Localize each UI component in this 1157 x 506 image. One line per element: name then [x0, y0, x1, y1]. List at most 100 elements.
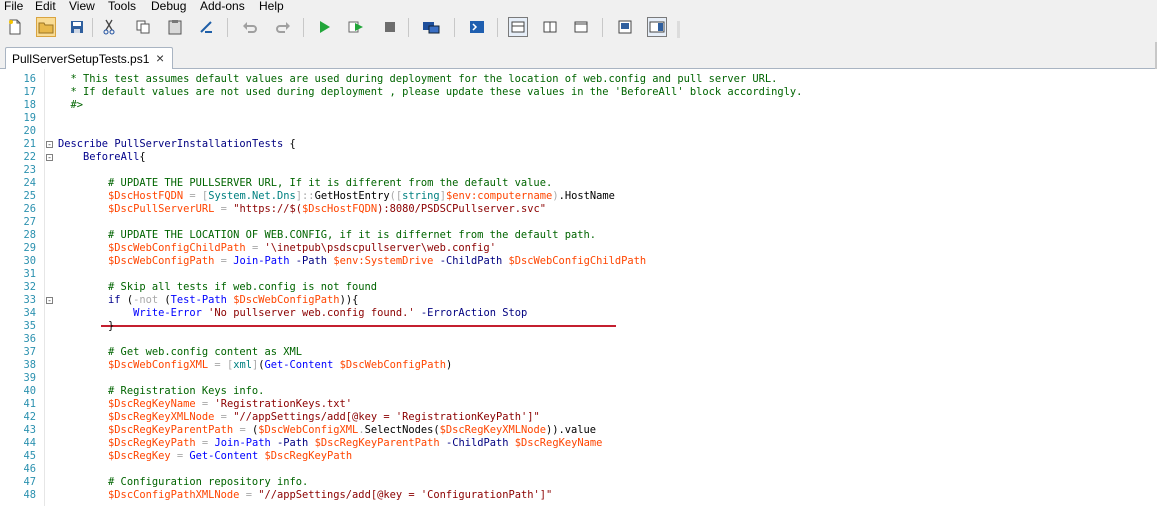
code-line: $DscWebConfigPath = Join-Path -Path $env…: [58, 255, 646, 268]
line-number: 46: [23, 463, 36, 475]
code-token: Get-Content: [189, 450, 259, 462]
code-token: $DscRegKeyName: [108, 398, 196, 410]
code-token: # Skip all tests if web.config is not fo…: [108, 281, 378, 293]
clear-pane-icon[interactable]: [196, 17, 216, 37]
tab-pullserversetuptests[interactable]: PullServerSetupTests.ps1 ×: [5, 47, 173, 69]
menu-help[interactable]: Help: [259, 0, 284, 12]
line-number: 38: [23, 359, 36, 371]
code-line: $DscHostFQDN = [System.Net.Dns]::GetHost…: [58, 190, 615, 203]
fold-toggle-icon[interactable]: -: [46, 141, 53, 149]
close-tab-icon[interactable]: ×: [156, 50, 164, 66]
code-token: 'RegistrationKeys.txt': [214, 398, 353, 410]
line-number: 26: [23, 203, 36, 215]
line-number: 17: [23, 86, 36, 98]
code-line: $DscRegKeyName = 'RegistrationKeys.txt': [58, 398, 352, 411]
code-token: -Path: [295, 255, 328, 267]
start-powershell-icon[interactable]: [467, 17, 487, 37]
code-token: * If default values are not used during …: [58, 86, 803, 98]
code-token: "//appSettings/add[@key = 'RegistrationK…: [233, 411, 540, 423]
code-token: ]::: [295, 190, 315, 202]
line-number: 25: [23, 190, 36, 202]
code-token: # Get web.config content as XML: [108, 346, 302, 358]
line-number: 16: [23, 73, 36, 85]
copy-icon[interactable]: [133, 17, 153, 37]
code-token: $DscWebConfigChildPath: [508, 255, 647, 267]
run-script-icon[interactable]: [314, 17, 334, 37]
code-token: Get-Content: [264, 359, 334, 371]
code-line: }: [58, 320, 114, 333]
code-line: $DscRegKeyXMLNode = "//appSettings/add[@…: [58, 411, 540, 424]
cut-icon[interactable]: [99, 17, 119, 37]
code-token: # UPDATE THE PULLSERVER URL, If it is di…: [108, 177, 553, 189]
new-file-icon[interactable]: [5, 17, 25, 37]
code-token: -ChildPath: [439, 255, 503, 267]
code-token: Describe: [58, 138, 109, 150]
code-token: # Registration Keys info.: [108, 385, 265, 397]
line-number: 34: [23, 307, 36, 319]
code-token: Stop: [502, 307, 528, 319]
menu-add-ons[interactable]: Add-ons: [200, 0, 245, 12]
code-token: System.Net.Dns: [208, 190, 296, 202]
fold-toggle-icon[interactable]: -: [46, 297, 53, 305]
show-script-pane-right-icon[interactable]: [540, 17, 560, 37]
run-selection-icon[interactable]: [346, 17, 366, 37]
code-line: $DscRegKeyParentPath = ($DscWebConfigXML…: [58, 424, 596, 437]
code-token: if: [108, 294, 121, 306]
code-line: * If default values are not used during …: [58, 86, 803, 99]
line-number: 41: [23, 398, 36, 410]
line-number: 42: [23, 411, 36, 423]
tab-strip: PullServerSetupTests.ps1 ×: [0, 42, 1157, 69]
code-token: $DscHostFQDN: [302, 203, 378, 215]
show-command-window-icon[interactable]: [615, 17, 635, 37]
code-token: ): [445, 359, 453, 371]
menu-file[interactable]: File: [4, 0, 23, 12]
menu-bar: File Edit View Tools Debug Add-ons Help: [0, 0, 1157, 13]
code-token: $DscRegKeyPath: [264, 450, 353, 462]
code-line: $DscWebConfigChildPath = '\inetpub\psdsc…: [58, 242, 496, 255]
code-line: * This test assumes default values are u…: [58, 73, 778, 86]
code-token: Join-Path: [233, 255, 290, 267]
code-token: GetHostEntry: [314, 190, 390, 202]
code-token: -Path: [277, 437, 309, 449]
script-editor[interactable]: 16 * This test assumes default values ar…: [0, 69, 1157, 506]
line-number: 28: [23, 229, 36, 241]
code-token: # UPDATE THE LOCATION OF WEB.CONFIG, if …: [108, 229, 596, 241]
code-line: Write-Error 'No pullserver web.config fo…: [58, 307, 527, 320]
code-token: $DscRegKeyXMLNode: [439, 424, 547, 436]
code-line: # UPDATE THE PULLSERVER URL, If it is di…: [58, 177, 552, 190]
menu-edit[interactable]: Edit: [35, 0, 56, 12]
code-token: SelectNodes(: [364, 424, 440, 436]
code-token: $env:SystemDrive: [333, 255, 434, 267]
menu-tools[interactable]: Tools: [108, 0, 136, 12]
code-token: Test-Path: [170, 294, 227, 306]
line-number: 19: [23, 112, 36, 124]
show-script-pane-top-icon[interactable]: [508, 17, 528, 37]
undo-icon[interactable]: [240, 17, 260, 37]
code-line: # Configuration repository info.: [58, 476, 308, 489]
remote-powershell-icon[interactable]: [421, 17, 441, 37]
code-line: Describe PullServerInstallationTests {: [58, 138, 296, 151]
stop-icon[interactable]: [380, 17, 400, 37]
redo-icon[interactable]: [273, 17, 293, 37]
line-number: 47: [23, 476, 36, 488]
menu-debug[interactable]: Debug: [151, 0, 186, 12]
code-token: BeforeAll: [83, 151, 140, 163]
line-number: 20: [23, 125, 36, 137]
code-token: #>: [58, 99, 84, 111]
save-icon[interactable]: [67, 17, 87, 37]
code-token: xml: [233, 359, 252, 371]
code-token: $env:computername: [445, 190, 553, 202]
fold-toggle-icon[interactable]: -: [46, 154, 53, 162]
code-token: $DscRegKeyParentPath: [108, 424, 234, 436]
show-command-addon-icon[interactable]: [647, 17, 667, 37]
paste-icon[interactable]: [165, 17, 185, 37]
tab-label: PullServerSetupTests.ps1: [12, 52, 150, 66]
show-script-pane-maximized-icon[interactable]: [571, 17, 591, 37]
open-folder-icon[interactable]: [36, 17, 56, 37]
menu-view[interactable]: View: [69, 0, 95, 12]
